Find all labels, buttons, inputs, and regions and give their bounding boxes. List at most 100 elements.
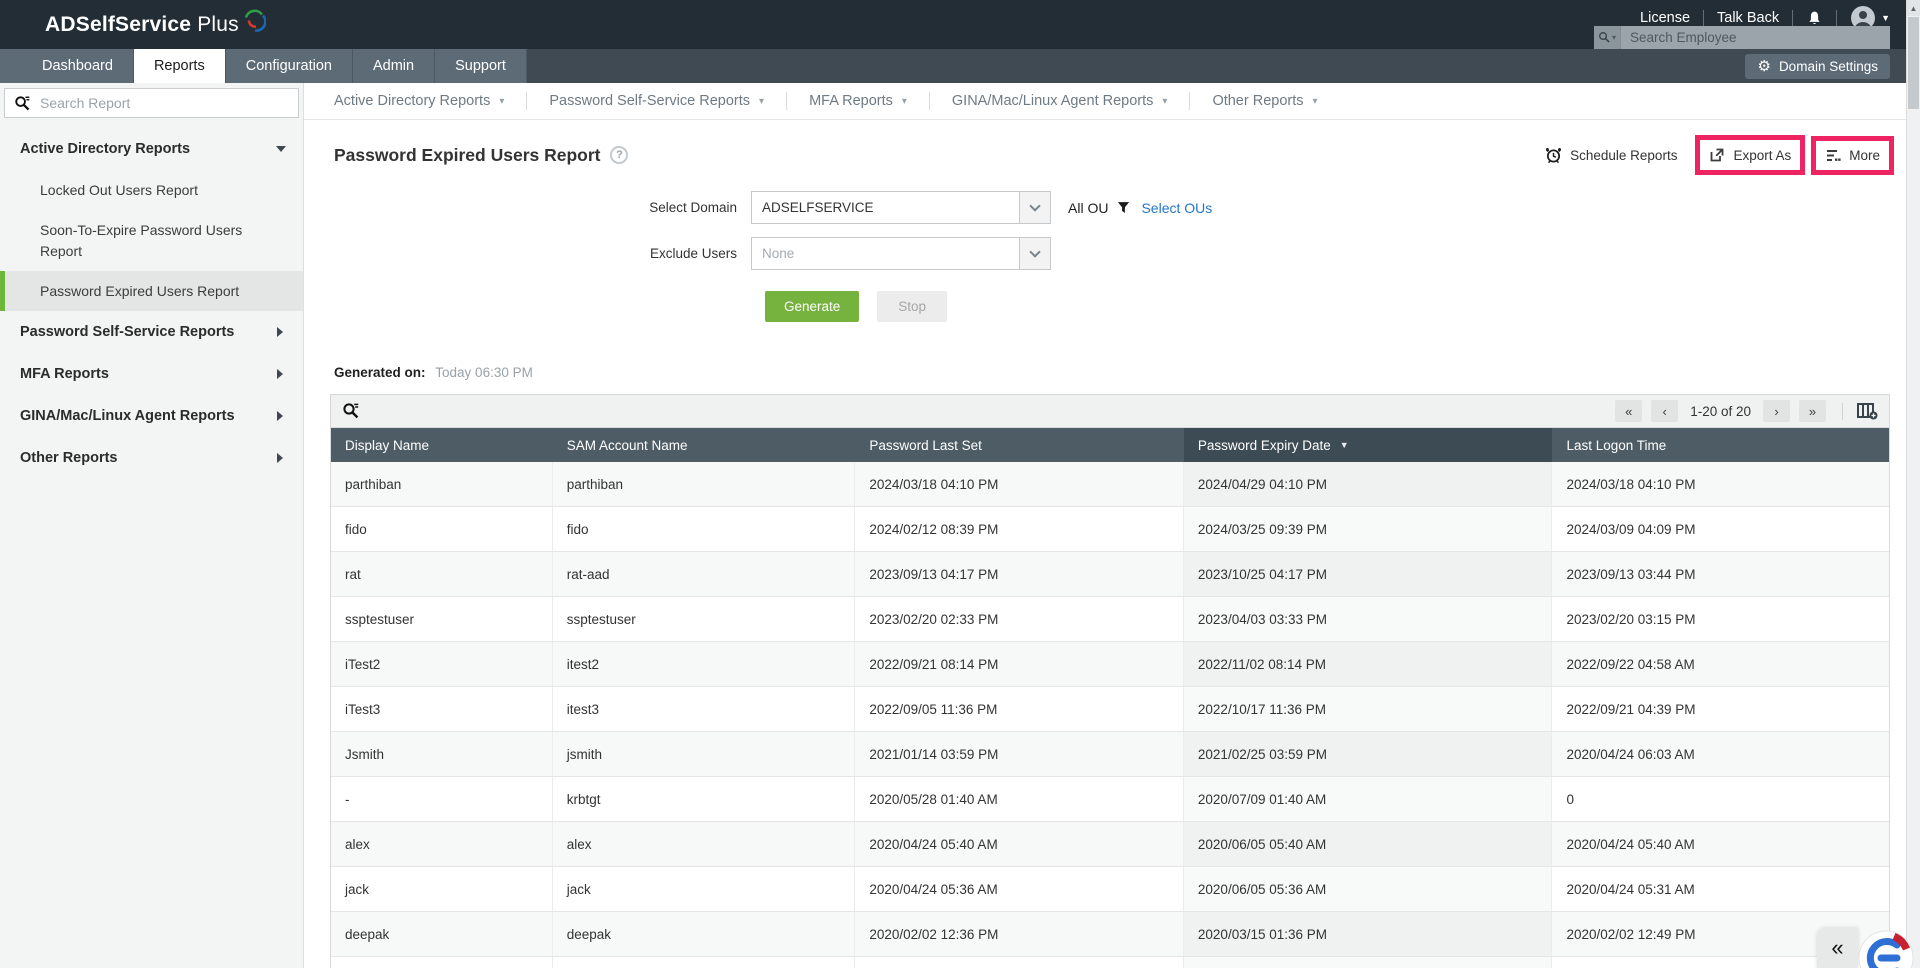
generated-on-label: Generated on: (334, 365, 426, 380)
table-header: Display Name SAM Account Name Password Las… (331, 428, 1889, 462)
table-row[interactable]: iTest3 itest3 2022/09/05 11:36 PM 2022/10/1… (331, 687, 1889, 732)
select-ous-link[interactable]: Select OUs (1141, 200, 1212, 216)
table-cell: 2020/04/24 06:03 AM (1566, 746, 1695, 762)
divider (1836, 9, 1838, 27)
table-cell: parthiban (553, 462, 856, 506)
menu-item-mfa-reports[interactable]: MFA Reports ▾ (787, 93, 929, 109)
sidebar-section-mfa-reports[interactable]: MFA Reports (0, 353, 303, 395)
chevron-down-icon: ▼ (1881, 13, 1890, 23)
menu-item-gina-mac-linux-agent-reports[interactable]: GINA/Mac/Linux Agent Reports ▾ (930, 93, 1190, 109)
search-icon[interactable]: ▾ (1594, 26, 1621, 49)
column-header-password-expiry-date[interactable]: Password Expiry Date ▼ (1183, 428, 1553, 462)
table-cell: 2020/07/09 01:40 AM (1184, 777, 1553, 821)
scroll-up-arrow-icon[interactable]: ▲ (1907, 0, 1920, 16)
sidebar-item-locked-out-users-report[interactable]: Locked Out Users Report (0, 170, 303, 210)
filter-funnel-icon[interactable] (1117, 201, 1130, 214)
column-header-sam-account-name[interactable]: SAM Account Name (553, 428, 856, 462)
notification-bell-icon[interactable] (1806, 10, 1823, 27)
report-search-input[interactable]: Search Report (4, 88, 299, 118)
collapse-widget-button[interactable]: « (1817, 928, 1858, 968)
alarm-clock-icon (1545, 147, 1562, 164)
search-icon (14, 95, 31, 112)
last-page-button[interactable]: » (1799, 400, 1826, 422)
table-cell: ssptestuser (553, 597, 856, 641)
all-ou-control[interactable]: All OU (1068, 200, 1130, 216)
table-row[interactable]: parthiban parthiban 2024/03/18 04:10 PM 202… (331, 462, 1889, 507)
generate-button[interactable]: Generate (765, 291, 860, 322)
table-cell: deepak (331, 912, 553, 956)
table-row[interactable]: iTest2 itest2 2022/09/21 08:14 PM 2022/11/0… (331, 642, 1889, 687)
table-cell: appuser3 (553, 957, 856, 968)
support-chat-logo-icon[interactable] (1858, 930, 1914, 968)
menu-item-active-directory-reports[interactable]: Active Directory Reports ▾ (312, 93, 526, 109)
table-cell: 2024/04/29 04:10 PM (1184, 462, 1553, 506)
table-row[interactable]: rat rat-aad 2023/09/13 04:17 PM 2023/10/25 … (331, 552, 1889, 597)
column-chooser-icon[interactable] (1842, 402, 1878, 420)
menu-item-password-self-service-reports[interactable]: Password Self-Service Reports ▾ (527, 93, 786, 109)
top-header-bar: ADSelfService Plus License Talk Back ▼ ▾ … (0, 0, 1920, 49)
table-cell: jack (553, 867, 856, 911)
tab-support[interactable]: Support (435, 49, 527, 83)
column-header-password-last-set[interactable]: Password Last Set (855, 428, 1184, 462)
table-cell: 2020/03/15 01:36 PM (1184, 912, 1553, 956)
table-row[interactable]: ssptestuser ssptestuser 2023/02/20 02:33 P… (331, 597, 1889, 642)
table-row[interactable]: jack jack 2020/04/24 05:36 AM 2020/06/05 05… (331, 867, 1889, 912)
table-row[interactable]: appuser3appuser32019/09/20 12:00 AM2019/… (331, 957, 1889, 968)
previous-page-button[interactable]: ‹ (1651, 400, 1679, 422)
first-page-button[interactable]: « (1615, 400, 1643, 422)
domain-settings-button[interactable]: ⚙ Domain Settings (1745, 54, 1890, 79)
next-page-button[interactable]: › (1763, 400, 1790, 422)
talk-back-link[interactable]: Talk Back (1717, 10, 1779, 26)
app-name: ADSelfService (45, 12, 192, 36)
table-cell: 2022/09/22 04:58 AM (1566, 656, 1695, 672)
table-search-icon[interactable] (342, 402, 360, 420)
table-cell: appuser3 (331, 957, 553, 968)
chevron-down-icon[interactable] (1019, 238, 1050, 269)
sidebar-section-other-reports[interactable]: Other Reports (0, 437, 303, 479)
table-cell: krbtgt (553, 777, 856, 821)
table-row[interactable]: fido fido 2024/02/12 08:39 PM 2024/03/25 09… (331, 507, 1889, 552)
menu-item-other-reports[interactable]: Other Reports ▾ (1190, 93, 1339, 109)
sidebar-item-soon-to-expire-password-users-report[interactable]: Soon-To-Expire Password Users Report (0, 210, 303, 271)
table-cell: 2023/09/13 03:44 PM (1566, 566, 1696, 582)
pagination-range: 1-20 of 20 (1690, 403, 1751, 419)
table-cell: 2020/04/24 05:31 AM (1566, 881, 1695, 897)
sidebar-item-password-expired-users-report[interactable]: Password Expired Users Report (0, 270, 303, 312)
column-header-last-logon-time[interactable]: Last Logon Time (1552, 428, 1889, 462)
help-icon[interactable]: ? (610, 146, 629, 164)
sidebar-section-password-self-service-reports[interactable]: Password Self-Service Reports (0, 311, 303, 353)
table-row[interactable]: - krbtgt 2020/05/28 01:40 AM 2020/07/09 01:… (331, 777, 1889, 822)
sidebar-section-gina-mac-linux-agent-reports[interactable]: GINA/Mac/Linux Agent Reports (0, 395, 303, 437)
generated-on-value: Today 06:30 PM (435, 365, 533, 380)
chevron-down-icon[interactable] (1019, 192, 1050, 223)
tab-dashboard[interactable]: Dashboard (22, 49, 134, 83)
table-row[interactable]: alex alex 2020/04/24 05:40 AM 2020/06/05 05… (331, 822, 1889, 867)
table-cell: iTest2 (331, 642, 553, 686)
domain-select[interactable]: ADSELFSERVICE (751, 191, 1051, 224)
license-link[interactable]: License (1640, 10, 1690, 26)
select-domain-label: Select Domain (649, 200, 737, 215)
column-header-display-name[interactable]: Display Name (331, 428, 553, 462)
more-button[interactable]: More (1825, 148, 1880, 163)
schedule-reports-button[interactable]: Schedule Reports (1545, 147, 1677, 164)
tab-reports[interactable]: Reports (133, 49, 226, 83)
stop-button[interactable]: Stop (877, 291, 948, 322)
table-cell: iTest3 (331, 687, 553, 731)
page-scrollbar[interactable]: ▲ (1906, 0, 1920, 968)
table-cell: 2019/09/30 12:00 AM (1184, 957, 1553, 968)
table-row[interactable]: deepak deepak 2020/02/02 12:36 PM 2020/03/1… (331, 912, 1889, 957)
reports-sidebar: Search Report Active Directory Reports Lo… (0, 83, 304, 968)
main-content: Password Expired Users Report ? Schedule… (304, 120, 1906, 968)
table-row[interactable]: Jsmith jsmith 2021/01/14 03:59 PM 2021/02/2… (331, 732, 1889, 777)
export-as-button[interactable]: Export As (1709, 147, 1791, 163)
table-cell: jack (331, 867, 553, 911)
chevron-down-icon: ▾ (759, 95, 765, 107)
tab-admin[interactable]: Admin (352, 49, 436, 83)
employee-search-input[interactable]: ▾ Search Employee (1594, 26, 1890, 49)
scrollbar-thumb[interactable] (1908, 17, 1919, 109)
table-cell: 2024/03/09 04:09 PM (1566, 521, 1696, 537)
exclude-users-select[interactable]: None (751, 237, 1051, 270)
table-cell: 2020/04/24 05:40 AM (1566, 836, 1695, 852)
tab-configuration[interactable]: Configuration (225, 49, 353, 83)
sidebar-section-active-directory-reports[interactable]: Active Directory Reports (0, 128, 303, 170)
